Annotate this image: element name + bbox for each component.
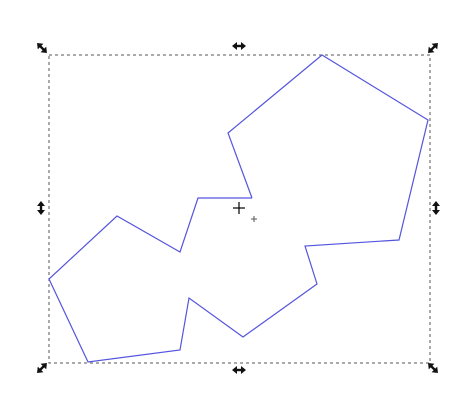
scale-handle-top-right[interactable] [425, 40, 441, 56]
scale-handle-bottom[interactable] [232, 366, 246, 374]
crosshair-plus-icon[interactable] [233, 202, 245, 214]
diagonal-resize-arrow-icon [428, 43, 438, 53]
vertical-resize-arrow-icon [37, 201, 45, 215]
horizontal-resize-arrow-icon [232, 42, 246, 50]
horizontal-resize-arrow-icon [232, 366, 246, 374]
canvas-svg[interactable] [0, 0, 474, 412]
scale-handle-bottom-left[interactable] [34, 360, 50, 376]
diagonal-resize-arrow-icon [37, 43, 47, 53]
scale-handle-top[interactable] [232, 42, 246, 50]
drawing-canvas[interactable] [0, 0, 474, 412]
scale-handle-top-left[interactable] [34, 40, 50, 56]
scale-handle-right[interactable] [432, 201, 440, 215]
vertical-resize-arrow-icon [432, 201, 440, 215]
scale-handle-left[interactable] [37, 201, 45, 215]
small-plus-icon [251, 216, 257, 222]
diagonal-resize-arrow-icon [37, 363, 47, 373]
